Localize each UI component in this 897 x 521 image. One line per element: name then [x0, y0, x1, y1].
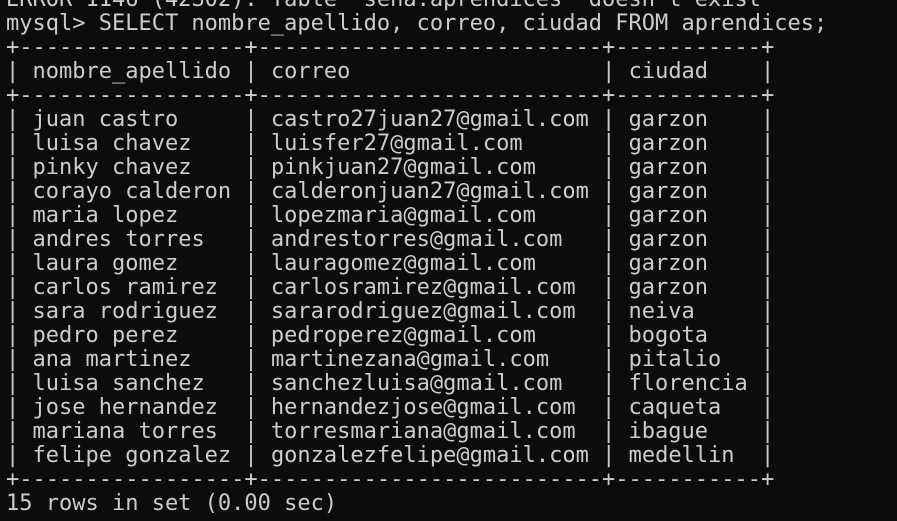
table-cell-correo: castro27juan27@gmail.com [270, 107, 589, 132]
table-border-bottom: +-----------------+---------------------… [6, 467, 775, 492]
table-cell-correo: calderonjuan27@gmail.com [270, 179, 589, 204]
table-cell-ciudad: caqueta [628, 395, 722, 420]
table-cell-nombre_apellido: sara rodriguez [32, 299, 218, 324]
table-cell-ciudad: neiva [628, 299, 695, 324]
table-cell-correo: carlosramirez@gmail.com [270, 275, 576, 300]
table-cell-ciudad: garzon [628, 155, 709, 180]
table-cell-nombre_apellido: corayo calderon [32, 179, 232, 204]
table-cell-correo: pinkjuan27@gmail.com [270, 155, 536, 180]
cursor-line[interactable] [6, 516, 827, 521]
table-cell-ciudad: ibague [628, 419, 709, 444]
terminal-window[interactable]: ERROR 1146 (42S02): Table 'sena.aprendic… [0, 0, 897, 521]
table-cell-nombre_apellido: pedro perez [32, 323, 179, 348]
table-cell-nombre_apellido: juan castro [32, 107, 179, 132]
table-cell-correo: lauragomez@gmail.com [270, 251, 536, 276]
table-row: | luisa chavez | luisfer27@gmail.com | g… [6, 131, 775, 156]
table-cell-nombre_apellido: maria lopez [32, 203, 179, 228]
table-cell-ciudad: garzon [628, 251, 709, 276]
table-cell-ciudad: bogota [628, 323, 709, 348]
result-status-line: 15 rows in set (0.00 sec) [6, 491, 338, 516]
table-row: | sara rodriguez | sararodriguez@gmail.c… [6, 299, 775, 324]
table-cell-correo: sanchezluisa@gmail.com [270, 371, 563, 396]
table-cell-nombre_apellido: pinky chavez [32, 155, 192, 180]
result-table: +-----------------+---------------------… [6, 36, 827, 492]
table-row: | laura gomez | lauragomez@gmail.com | g… [6, 251, 775, 276]
table-row: | pedro perez | pedroperez@gmail.com | b… [6, 323, 775, 348]
table-cell-nombre_apellido: andres torres [32, 227, 205, 252]
table-cell-nombre_apellido: luisa chavez [32, 131, 192, 156]
table-row: | carlos ramirez | carlosramirez@gmail.c… [6, 275, 775, 300]
table-cell-ciudad: medellin [628, 443, 735, 468]
table-cell-ciudad: garzon [628, 203, 709, 228]
table-cell-nombre_apellido: luisa sanchez [32, 371, 205, 396]
table-cell-correo: lopezmaria@gmail.com [270, 203, 536, 228]
table-cell-correo: luisfer27@gmail.com [270, 131, 523, 156]
table-row: | maria lopez | lopezmaria@gmail.com | g… [6, 203, 775, 228]
table-cell-nombre_apellido: jose hernandez [32, 395, 218, 420]
table-row: | mariana torres | torresmariana@gmail.c… [6, 419, 775, 444]
table-row: | ana martinez | martinezana@gmail.com |… [6, 347, 775, 372]
table-border-top: +-----------------+---------------------… [6, 35, 775, 60]
table-cell-nombre_apellido: mariana torres [32, 419, 218, 444]
table-cell-correo: andrestorres@gmail.com [270, 227, 563, 252]
table-row: | andres torres | andrestorres@gmail.com… [6, 227, 775, 252]
table-row: | pinky chavez | pinkjuan27@gmail.com | … [6, 155, 775, 180]
table-cell-ciudad: florencia [628, 371, 748, 396]
table-row: | felipe gonzalez | gonzalezfelipe@gmail… [6, 443, 775, 468]
table-row: | juan castro | castro27juan27@gmail.com… [6, 107, 775, 132]
table-cell-ciudad: pitalio [628, 347, 722, 372]
table-cell-ciudad: garzon [628, 107, 709, 132]
table-header-row: | nombre_apellido | correo | ciudad | [6, 59, 775, 84]
table-cell-ciudad: garzon [628, 179, 709, 204]
table-cell-nombre_apellido: laura gomez [32, 251, 179, 276]
table-row: | luisa sanchez | sanchezluisa@gmail.com… [6, 371, 775, 396]
table-cell-correo: torresmariana@gmail.com [270, 419, 576, 444]
table-cell-nombre_apellido: nombre_apellido [32, 59, 232, 84]
table-row: | jose hernandez | hernandezjose@gmail.c… [6, 395, 775, 420]
table-cell-correo: gonzalezfelipe@gmail.com [270, 443, 589, 468]
table-cell-correo: sararodriguez@gmail.com [270, 299, 576, 324]
table-cell-nombre_apellido: ana martinez [32, 347, 192, 372]
table-cell-correo: correo [270, 59, 351, 84]
sql-query-line: mysql> SELECT nombre_apellido, correo, c… [6, 11, 828, 36]
table-row: | corayo calderon | calderonjuan27@gmail… [6, 179, 775, 204]
table-cell-correo: hernandezjose@gmail.com [270, 395, 576, 420]
table-cell-nombre_apellido: felipe gonzalez [32, 443, 232, 468]
table-cell-ciudad: garzon [628, 227, 709, 252]
table-border-header: +-----------------+---------------------… [6, 83, 775, 108]
table-cell-ciudad: ciudad [628, 59, 709, 84]
table-cell-correo: martinezana@gmail.com [270, 347, 550, 372]
table-cell-ciudad: garzon [628, 275, 709, 300]
table-cell-ciudad: garzon [628, 131, 709, 156]
terminal-output: ERROR 1146 (42S02): Table 'sena.aprendic… [6, 0, 827, 521]
table-cell-correo: pedroperez@gmail.com [270, 323, 536, 348]
table-cell-nombre_apellido: carlos ramirez [32, 275, 218, 300]
